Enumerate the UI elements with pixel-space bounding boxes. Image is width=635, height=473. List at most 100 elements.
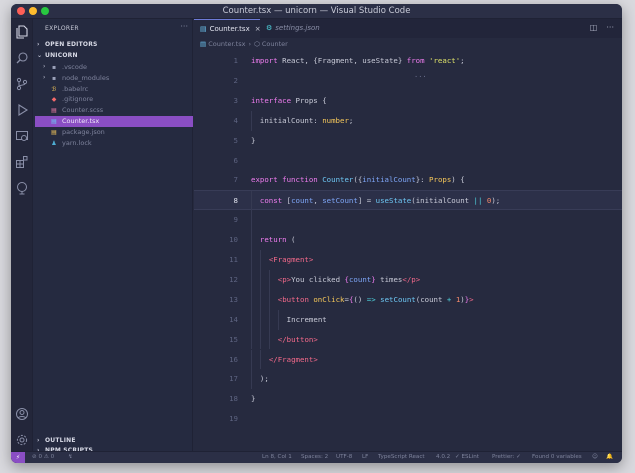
outline-label: OUTLINE: [45, 437, 76, 444]
project-folder-label: UNICORN: [45, 52, 78, 59]
code-text: initialCount: number;: [260, 111, 353, 131]
indent-guide: [259, 329, 261, 350]
yarn-file-icon: ♟: [51, 139, 57, 147]
code-token: }:: [415, 175, 430, 185]
more-actions-icon[interactable]: ···: [180, 22, 188, 31]
chevron-right-icon: ›: [37, 437, 40, 444]
code-line[interactable]: 7 export function Counter({initialCount}:…: [194, 170, 622, 190]
notifications-bell-icon[interactable]: 🔔: [606, 452, 613, 463]
code-token: [: [282, 196, 292, 206]
code-line[interactable]: 10 return (: [194, 230, 622, 250]
tree-item[interactable]: ▤ Counter.scss: [35, 105, 193, 116]
code-token: Counter: [322, 175, 354, 185]
code-line[interactable]: 3 interface Props {: [194, 91, 622, 111]
line-number: 2: [233, 75, 238, 85]
code-token: interface: [251, 95, 292, 105]
tree-item[interactable]: › ▪ .vscode: [35, 62, 193, 73]
remote-indicator[interactable]: ⚡: [11, 452, 25, 463]
code-line[interactable]: 11 <Fragment>: [194, 250, 622, 270]
explorer-icon[interactable]: [15, 25, 29, 39]
open-editors-section[interactable]: › OPEN EDITORS: [37, 41, 98, 48]
breadcrumb-file[interactable]: Counter.tsx: [208, 40, 245, 48]
remote-explorer-icon[interactable]: [15, 129, 29, 143]
indent-guide: [268, 329, 270, 350]
chevron-right-icon: ›: [43, 63, 46, 70]
run-debug-icon[interactable]: [15, 103, 29, 117]
indent-guide: [251, 369, 252, 390]
tree-item-label: node_modules: [62, 73, 110, 82]
prettier-status[interactable]: Prettier: ✓: [492, 452, 521, 463]
editor-tabs: ▤ Counter.tsx × ⚙ settings.json ◫ ···: [194, 19, 622, 38]
variables-status[interactable]: Found 0 variables: [532, 452, 582, 463]
code-line[interactable]: 12 <p>You clicked {count} times</p>: [194, 269, 622, 290]
code-line[interactable]: 1 import React, {Fragment, useState} from…: [194, 51, 622, 71]
activity-bar: [11, 19, 33, 451]
eslint-status[interactable]: ✓ ESLint: [455, 452, 479, 463]
code-token: }: [251, 135, 256, 145]
indent-guide: [259, 349, 261, 370]
code-line[interactable]: 6: [194, 151, 622, 171]
open-editors-label: OPEN EDITORS: [45, 41, 98, 48]
code-line[interactable]: 17);: [194, 369, 622, 390]
indent-guide: [251, 110, 252, 131]
code-line[interactable]: 16 </Fragment>: [194, 349, 622, 370]
typescript-version[interactable]: 4.0.2: [436, 452, 450, 463]
project-folder-section[interactable]: ⌄ UNICORN: [37, 52, 78, 59]
breadcrumb-symbol[interactable]: Counter: [262, 40, 288, 48]
encoding-setting[interactable]: UTF-8: [336, 452, 352, 463]
tree-item-label: Counter.tsx: [62, 117, 100, 125]
feedback-icon[interactable]: ☺: [592, 452, 598, 463]
code-line[interactable]: 13 <button onClick={() => setCount(count …: [194, 289, 622, 310]
tree-item[interactable]: ♟ yarn.lock: [35, 138, 193, 149]
code-token: ;: [460, 56, 465, 65]
code-line[interactable]: 14 Increment: [194, 309, 622, 330]
code-token: ;: [348, 115, 354, 125]
code-line[interactable]: 5}: [194, 131, 622, 151]
tree-item[interactable]: ▤ package.json: [35, 127, 193, 138]
cursor-position[interactable]: Ln 8, Col 1: [262, 452, 292, 463]
outline-section[interactable]: › OUTLINE: [37, 437, 76, 444]
account-icon[interactable]: [15, 407, 29, 421]
editor-actions: ◫ ···: [581, 23, 614, 32]
extensions-icon[interactable]: [15, 155, 29, 169]
code-editor[interactable]: ··· 1 import React, {Fragment, useState} …: [194, 51, 622, 451]
eol-setting[interactable]: LF: [362, 452, 368, 463]
tree-item-label: .babelrc: [62, 84, 89, 93]
live-share-icon[interactable]: [15, 181, 29, 195]
tab-counter-tsx[interactable]: ▤ Counter.tsx ×: [194, 19, 261, 38]
breadcrumb: ▤ Counter.tsx › ⬡ Counter: [200, 40, 288, 48]
settings-gear-icon: ⚙: [266, 24, 273, 32]
language-mode[interactable]: TypeScript React: [378, 452, 425, 463]
sync-icon[interactable]: ↯: [68, 452, 73, 463]
code-token: initialCount:: [259, 115, 323, 125]
code-line[interactable]: 19: [194, 409, 622, 429]
problems-indicator[interactable]: ⊘ 0 ⚠ 0: [32, 452, 54, 463]
code-token: onClick: [313, 294, 345, 304]
code-text: }: [251, 131, 255, 151]
code-token: </button>: [277, 334, 318, 344]
indentation-setting[interactable]: Spaces: 2: [301, 452, 328, 463]
tsx-file-icon: ▤: [200, 40, 209, 48]
code-line[interactable]: 9: [194, 210, 622, 231]
code-token: times: [375, 274, 403, 284]
tab-settings-json[interactable]: ⚙ settings.json: [260, 19, 328, 38]
split-editor-icon[interactable]: ◫: [590, 23, 598, 32]
tree-item[interactable]: ▤ Counter.tsx: [35, 116, 193, 127]
source-control-icon[interactable]: [15, 77, 29, 91]
indent-guide: [259, 289, 261, 310]
line-number: 1: [233, 56, 238, 65]
tree-item[interactable]: ◆ .gitignore: [35, 94, 193, 105]
tree-item[interactable]: › ▪ node_modules: [35, 73, 193, 84]
tree-item-label: .vscode: [62, 63, 87, 71]
tree-item[interactable]: ℬ .babelrc: [35, 84, 193, 95]
more-actions-icon[interactable]: ···: [606, 23, 614, 32]
search-icon[interactable]: [15, 51, 29, 65]
line-number: 7: [233, 175, 238, 185]
code-line[interactable]: 8 const [count, setCount] = useState(init…: [194, 190, 622, 212]
line-number: 17: [229, 374, 238, 384]
code-line[interactable]: 18}: [194, 389, 622, 409]
code-line[interactable]: 2: [194, 71, 622, 91]
settings-gear-icon[interactable]: [15, 433, 29, 447]
code-line[interactable]: 15 </button>: [194, 329, 622, 350]
code-line[interactable]: 4 initialCount: number;: [194, 110, 622, 131]
